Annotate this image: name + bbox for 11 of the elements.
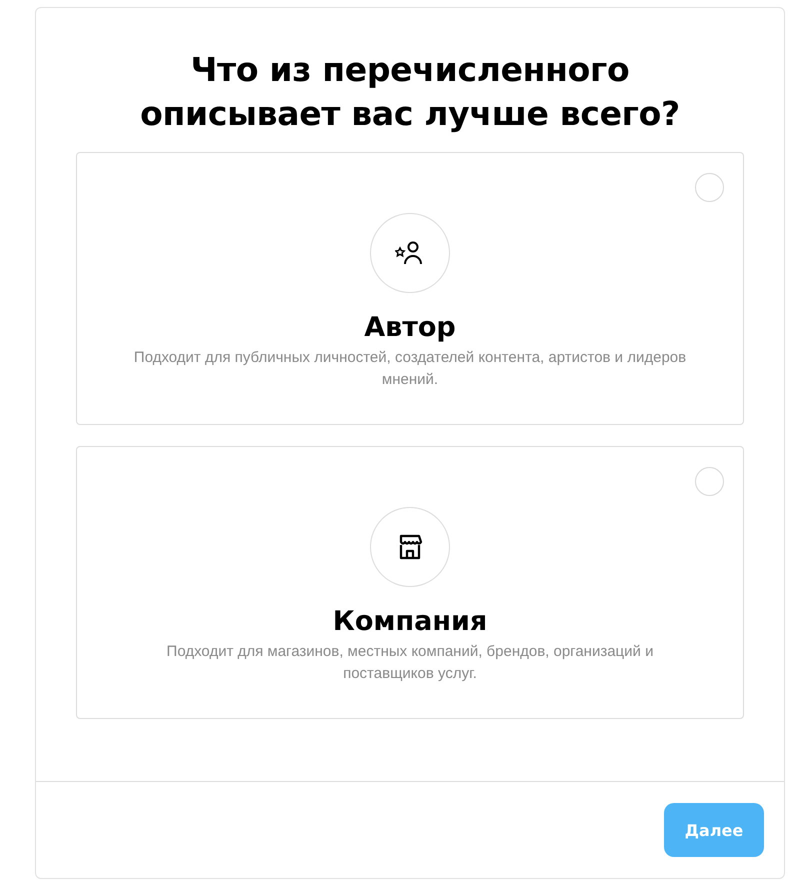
store-icon [397,534,423,560]
radio-button[interactable] [695,467,724,496]
page-title: Что из перечисленного описывает вас лучше всего? [139,49,681,135]
option-title: Компания [332,605,488,639]
radio-button[interactable] [695,173,724,202]
option-card[interactable]: Автор Подходит для публичных личностей, создателей контента, артистов и лидеров мнений. [76,152,744,425]
option-description: Подходит для магазинов, местных компаний, брендов, организаций и поставщиков услуг. [166,642,654,684]
option-card[interactable]: Компания Подходит для магазинов, местных компаний, брендов, организаций и поставщиков услуг. [76,446,744,719]
option-description: Подходит для публичных личностей, создателей контента, артистов и лидеров мнений. [132,348,688,390]
user-star-icon [395,241,425,265]
option-title: Автор [364,311,456,345]
